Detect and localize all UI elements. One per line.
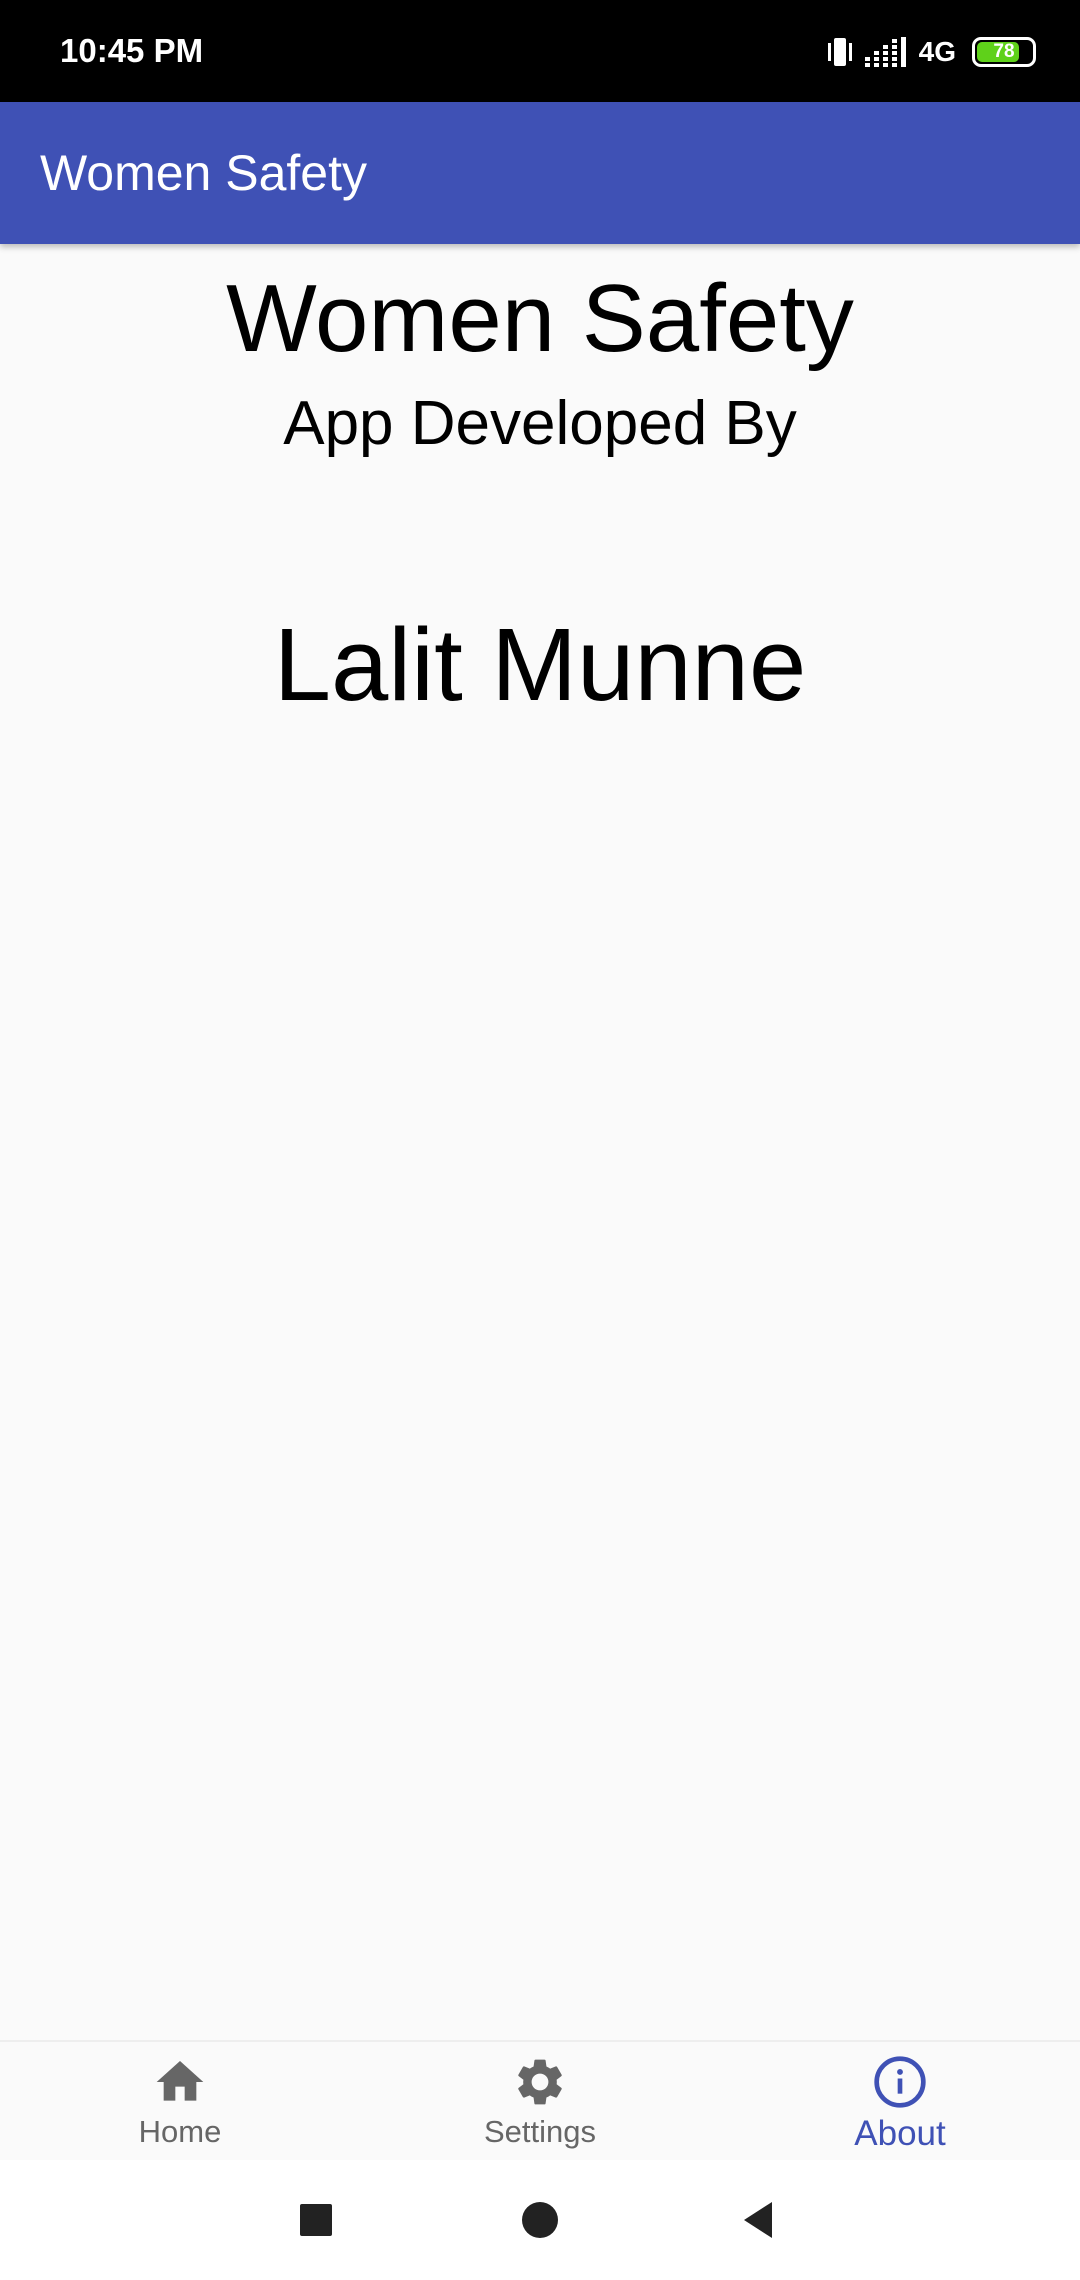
status-bar: 10:45 PM 4G 78	[0, 0, 1080, 102]
nav-label-home: Home	[138, 2114, 222, 2149]
nav-item-settings[interactable]: Settings	[360, 2042, 720, 2160]
system-navigation-bar	[0, 2160, 1080, 2280]
nav-label-about: About	[854, 2114, 946, 2153]
vibrate-icon	[827, 38, 852, 66]
info-icon	[874, 2056, 926, 2108]
gear-icon	[518, 2059, 562, 2105]
app-bar: Women Safety	[0, 102, 1080, 244]
home-circle-icon[interactable]	[518, 2198, 562, 2242]
screen: 10:45 PM 4G 78 Women Safety Women Safety…	[0, 0, 1080, 2280]
battery-level: 78	[993, 41, 1015, 62]
bottom-navigation: Home Settings About	[0, 2040, 1080, 2160]
back-icon[interactable]	[738, 2198, 782, 2242]
nav-item-about[interactable]: About	[720, 2042, 1080, 2160]
nav-item-home[interactable]: Home	[0, 2042, 360, 2160]
nav-label-settings: Settings	[483, 2114, 596, 2149]
status-icons: 4G 78	[827, 30, 1036, 74]
status-time: 10:45 PM	[60, 32, 204, 69]
battery-icon: 78	[972, 37, 1036, 67]
page-title: Women Safety	[226, 265, 854, 372]
developer-name: Lalit Munne	[273, 607, 807, 722]
recents-icon[interactable]	[294, 2198, 338, 2242]
about-content: Women Safety App Developed By Lalit Munn…	[0, 244, 1080, 2040]
home-icon	[156, 2061, 204, 2101]
page-subtitle: App Developed By	[283, 389, 797, 458]
signal-icon	[864, 37, 906, 67]
app-bar-title: Women Safety	[40, 145, 368, 201]
network-label: 4G	[918, 36, 956, 67]
